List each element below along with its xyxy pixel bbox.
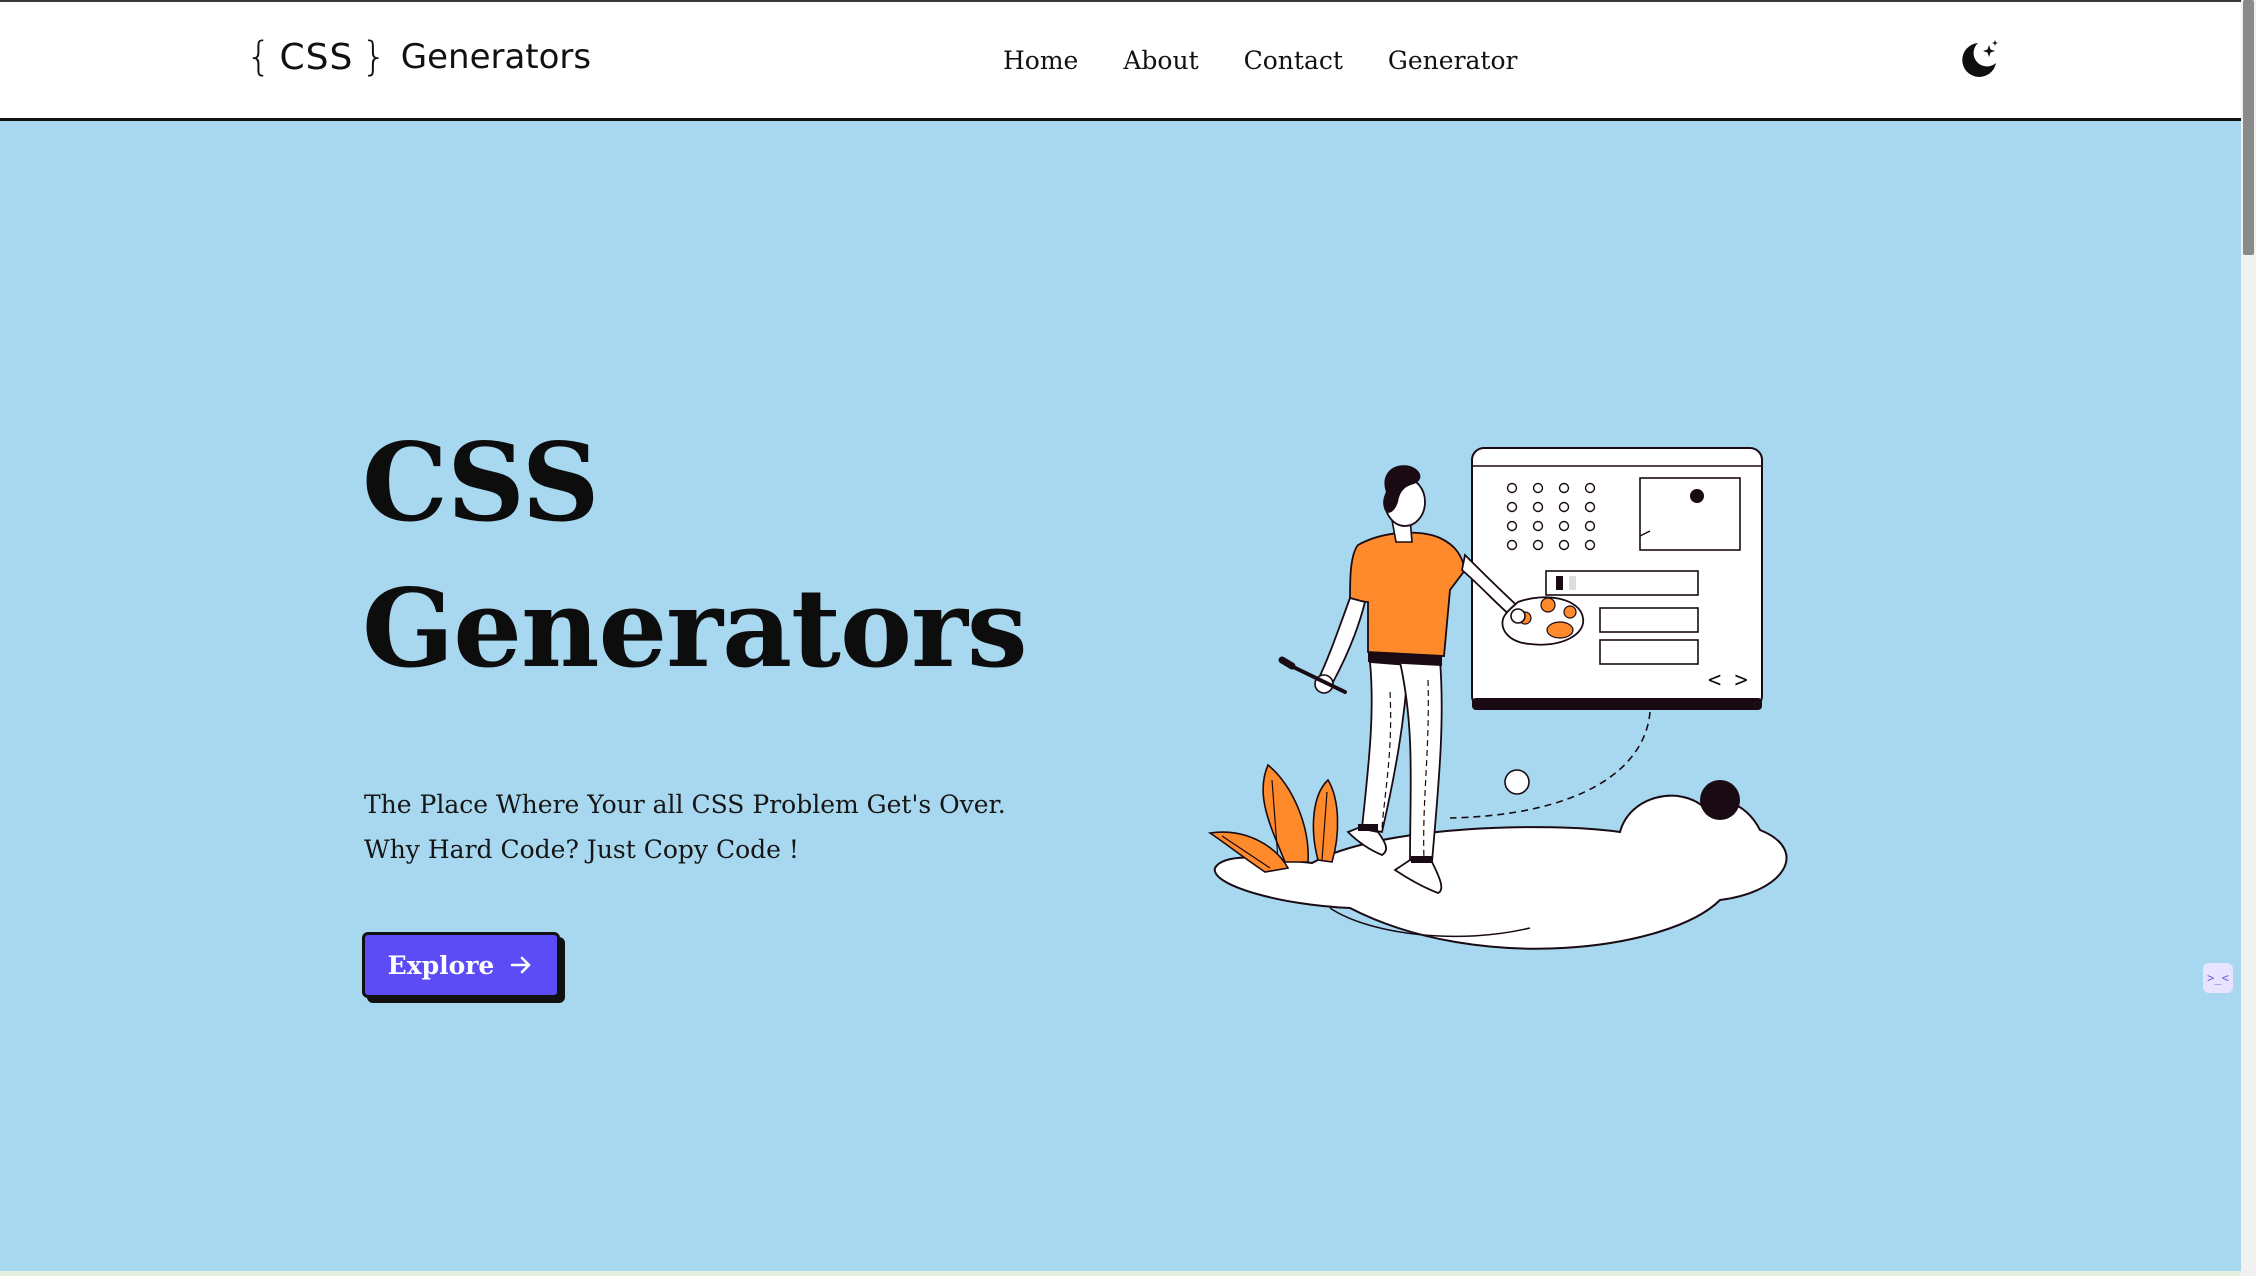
scrollbar-thumb[interactable] xyxy=(2243,0,2254,255)
dark-dot xyxy=(1700,780,1740,820)
explore-button-label: Explore xyxy=(387,950,495,980)
plant-leaves xyxy=(1207,763,1339,873)
logo-brace-open: { xyxy=(246,34,272,80)
nav-link-home[interactable]: Home xyxy=(1003,46,1078,75)
brand-logo[interactable]: {CSS} Generators xyxy=(246,32,591,82)
nav-link-contact[interactable]: Contact xyxy=(1244,46,1343,75)
hero-title-line-1: CSS xyxy=(362,420,600,546)
small-white-circle xyxy=(1504,769,1530,795)
browser-window: < > xyxy=(1471,447,1763,710)
side-code-widget[interactable]: >_< xyxy=(2203,963,2233,993)
hero-tagline-line-1: The Place Where Your all CSS Problem Get… xyxy=(364,790,1006,819)
nav-link-about[interactable]: About xyxy=(1123,46,1198,75)
hero-tagline-line-2: Why Hard Code? Just Copy Code ! xyxy=(364,835,799,864)
logo-name: Generators xyxy=(400,37,592,77)
arrow-right-icon xyxy=(511,956,531,974)
hero-tagline: The Place Where Your all CSS Problem Get… xyxy=(364,782,1006,872)
hero-title-line-2: Generators xyxy=(362,566,1028,692)
main-nav: Home About Contact Generator xyxy=(1003,46,1517,75)
logo-css-text: CSS xyxy=(279,36,354,78)
hero-title: CSS Generators xyxy=(362,410,1028,702)
bottom-edge xyxy=(0,1271,2241,1276)
nav-link-generator[interactable]: Generator xyxy=(1388,46,1518,75)
theme-toggle-button[interactable] xyxy=(1958,39,2000,81)
code-symbol: < > xyxy=(1708,668,1748,693)
navbar: {CSS} Generators Home About Contact Gene… xyxy=(0,2,2241,121)
logo-brace-close: } xyxy=(361,34,387,80)
explore-button[interactable]: Explore xyxy=(362,932,560,998)
moon-stars-icon xyxy=(1962,40,1998,77)
hero-illustration: < > xyxy=(1207,447,1788,950)
code-widget-icon: >_< xyxy=(2207,971,2229,985)
dashed-connector xyxy=(1449,711,1651,819)
